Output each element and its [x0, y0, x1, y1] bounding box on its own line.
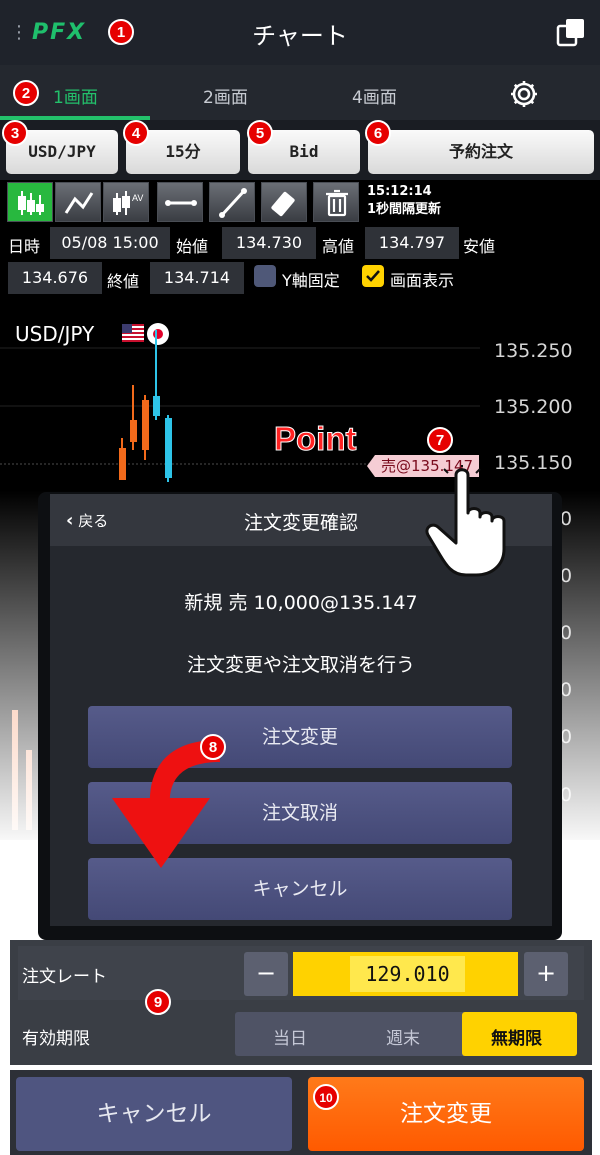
- eraser-icon[interactable]: [261, 182, 307, 222]
- horizontal-line-icon[interactable]: [157, 182, 203, 222]
- validity-option-unlimited[interactable]: 無期限: [491, 1024, 542, 1049]
- tab-4-screen[interactable]: 4画面: [352, 83, 397, 108]
- marker-6: 6: [365, 120, 391, 146]
- date-value: 05/08 15:00: [50, 227, 170, 259]
- rate-input[interactable]: 129.010: [350, 956, 465, 992]
- low-label: 安値: [463, 237, 496, 256]
- y-tick: 135.250: [494, 340, 573, 362]
- marker-3: 3: [2, 120, 28, 146]
- low-value: 134.676: [8, 262, 102, 294]
- date-label: 日時: [8, 237, 41, 256]
- marker-4: 4: [123, 120, 149, 146]
- candlestick-icon[interactable]: [7, 182, 53, 222]
- tab-1-screen[interactable]: 1画面: [53, 83, 98, 108]
- marker-7: 7: [427, 427, 453, 453]
- update-time: 15:12:14 1秒間隔更新: [367, 184, 442, 217]
- svg-text:AV: AV: [132, 193, 143, 203]
- close-value: 134.714: [150, 262, 244, 294]
- candle-series: [119, 385, 172, 482]
- share-icon[interactable]: [555, 16, 587, 48]
- trend-line-icon[interactable]: [209, 182, 255, 222]
- marker-5: 5: [247, 120, 273, 146]
- page-title: チャート: [252, 22, 348, 50]
- point-annotation: Point: [273, 420, 357, 458]
- marker-10: 10: [313, 1084, 339, 1110]
- yaxis-fix-label: Y軸固定: [282, 271, 340, 290]
- high-value: 134.797: [365, 227, 459, 259]
- dialog-message: 注文変更や注文取消を行う: [186, 654, 415, 676]
- marker-9: 9: [145, 989, 171, 1015]
- order-summary: 新規 売 10,000@135.147: [184, 592, 418, 614]
- trash-icon[interactable]: [313, 182, 359, 222]
- close-label: 終値: [107, 272, 140, 291]
- validity-option-today[interactable]: 当日: [273, 1024, 307, 1049]
- marker-8: 8: [200, 734, 226, 760]
- pointing-hand-icon: [425, 465, 506, 577]
- y-tick: 135.200: [494, 396, 573, 418]
- rate-label: 注文レート: [22, 967, 107, 987]
- reserve-order-button[interactable]: 予約注文: [368, 130, 594, 174]
- gear-icon[interactable]: [508, 78, 540, 110]
- display-checkbox[interactable]: [362, 265, 384, 287]
- validity-label: 有効期限: [22, 1029, 90, 1049]
- footer-cancel-button[interactable]: キャンセル: [16, 1077, 292, 1151]
- marker-1: 1: [108, 19, 134, 45]
- open-value: 134.730: [222, 227, 316, 259]
- yaxis-fix-checkbox[interactable]: [254, 265, 276, 287]
- indicator-icon[interactable]: AV: [103, 182, 149, 222]
- display-label: 画面表示: [390, 271, 455, 290]
- tab-2-screen[interactable]: 2画面: [203, 83, 248, 108]
- footer-change-order-button[interactable]: 注文変更: [308, 1077, 584, 1151]
- high-label: 高値: [322, 237, 355, 256]
- open-label: 始値: [176, 237, 209, 256]
- marker-2: 2: [13, 80, 39, 106]
- line-chart-icon[interactable]: [55, 182, 101, 222]
- validity-option-weekend[interactable]: 週末: [386, 1024, 420, 1049]
- rate-minus-button[interactable]: −: [244, 952, 288, 996]
- rate-plus-button[interactable]: +: [524, 952, 568, 996]
